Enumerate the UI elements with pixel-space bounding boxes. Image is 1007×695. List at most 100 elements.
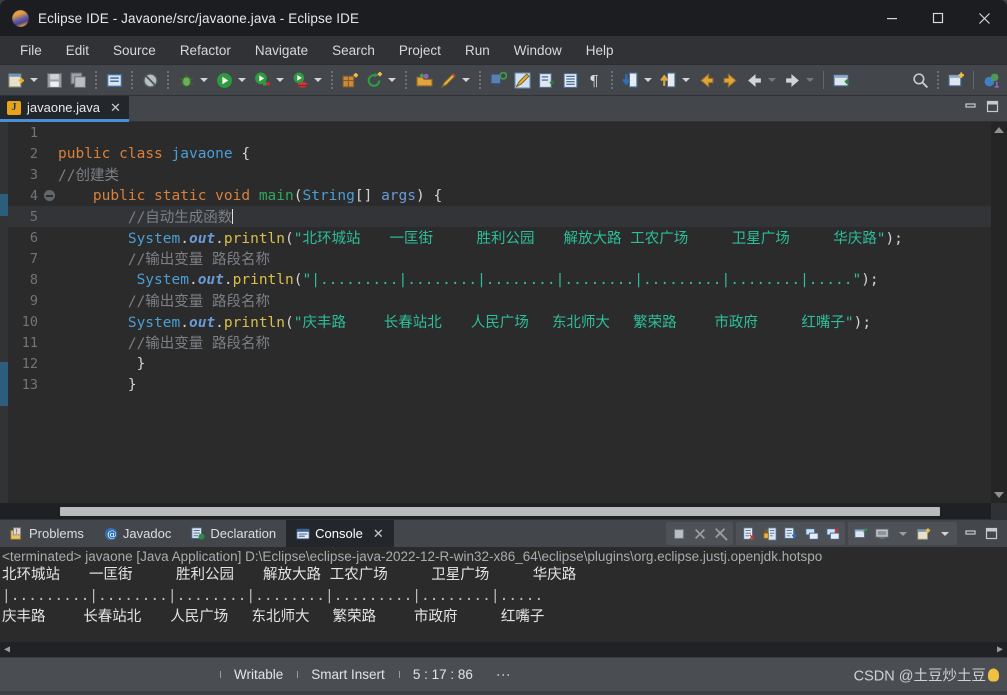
scroll-up-icon[interactable] [991, 122, 1007, 138]
scroll-down-icon[interactable] [991, 487, 1007, 503]
code-line[interactable]: 12 } [8, 353, 1007, 374]
coverage-icon[interactable] [289, 69, 311, 91]
skip-breakpoints-icon[interactable] [511, 69, 533, 91]
code-line[interactable]: 6 System.out.println("北环城站 一匡街 胜利公园 解放大路… [8, 227, 1007, 248]
debug-dropdown-icon[interactable] [198, 69, 210, 91]
maximize-button[interactable] [915, 0, 961, 36]
open-perspective-icon[interactable] [830, 69, 852, 91]
code-line[interactable]: 8 System.out.println("|.........|.......… [8, 269, 1007, 290]
menu-item-file[interactable]: File [8, 40, 54, 61]
fold-collapse-icon[interactable] [42, 190, 56, 201]
next-edit-dropdown-icon[interactable] [804, 69, 816, 91]
remove-all-terminated-icon[interactable] [710, 523, 731, 544]
editor-horizontal-scrollbar[interactable] [0, 503, 1007, 519]
open-console-icon[interactable] [913, 523, 934, 544]
annotate-icon[interactable] [437, 69, 459, 91]
more-options-icon[interactable]: ⋮ [487, 668, 521, 682]
show-console-on-error-icon[interactable] [822, 523, 843, 544]
forward-icon[interactable] [719, 69, 741, 91]
java-perspective-icon[interactable] [980, 69, 1002, 91]
scroll-thumb[interactable] [60, 506, 940, 516]
display-selected-console-icon[interactable] [871, 523, 892, 544]
menu-item-search[interactable]: Search [320, 40, 387, 61]
minimize-view-icon[interactable] [960, 523, 981, 544]
search-icon[interactable] [909, 69, 931, 91]
new-file-icon[interactable] [5, 69, 27, 91]
code-line[interactable]: 10 System.out.println("庆丰路 长春站北 人民广场 东北师… [8, 311, 1007, 332]
save-all-icon[interactable] [67, 69, 89, 91]
scroll-lock-icon[interactable] [780, 523, 801, 544]
code-line[interactable]: 11 //输出变量 路段名称 [8, 332, 1007, 353]
run-config-dropdown-icon[interactable] [274, 69, 286, 91]
display-console-dropdown-icon[interactable] [892, 523, 913, 544]
pin-console-icon[interactable] [850, 523, 871, 544]
previous-annotation-dropdown-icon[interactable] [680, 69, 692, 91]
new-window-icon[interactable] [945, 69, 967, 91]
debug-icon[interactable] [175, 69, 197, 91]
scroll-track[interactable] [991, 138, 1007, 487]
code-line[interactable]: 7 //输出变量 路段名称 [8, 248, 1007, 269]
editor-vertical-scrollbar[interactable] [991, 122, 1007, 503]
link-editor-icon[interactable] [559, 69, 581, 91]
close-button[interactable] [961, 0, 1007, 36]
lock-scroll-icon[interactable] [759, 523, 780, 544]
maximize-view-icon[interactable] [981, 523, 1002, 544]
next-annotation-icon[interactable] [619, 69, 641, 91]
scroll-left-icon[interactable]: ◀ [0, 644, 14, 655]
editor-tab-javaone[interactable]: J javaone.java ✕ [0, 96, 129, 122]
new-file-dropdown-icon[interactable] [28, 69, 40, 91]
code-line[interactable]: 2 public class javaone { [8, 143, 1007, 164]
tab-javadoc[interactable]: @ Javadoc [94, 520, 181, 547]
code-line[interactable]: 4 public static void main(String[] args)… [8, 185, 1007, 206]
menu-item-source[interactable]: Source [101, 40, 168, 61]
code-line[interactable]: 1 [8, 122, 1007, 143]
pilcrow-icon[interactable]: ¶ [583, 69, 605, 91]
run-icon[interactable] [213, 69, 235, 91]
tab-problems[interactable]: ! Problems [0, 520, 94, 547]
back-icon[interactable] [695, 69, 717, 91]
menu-item-window[interactable]: Window [502, 40, 574, 61]
console-horizontal-scrollbar[interactable]: ◀ ▶ [0, 642, 1007, 657]
new-java-package-icon[interactable] [339, 69, 361, 91]
refresh-dropdown-icon[interactable] [386, 69, 398, 91]
code-line[interactable]: 5 //自动生成函数 [8, 206, 1007, 227]
show-console-on-output-icon[interactable] [801, 523, 822, 544]
run-dropdown-icon[interactable] [236, 69, 248, 91]
maximize-view-icon[interactable] [986, 100, 999, 118]
clear-console-icon[interactable] [738, 523, 759, 544]
menu-item-edit[interactable]: Edit [54, 40, 101, 61]
external-tools-icon[interactable] [487, 69, 509, 91]
scroll-right-icon[interactable]: ▶ [993, 644, 1007, 655]
run-configurations-icon[interactable] [251, 69, 273, 91]
refresh-icon[interactable] [363, 69, 385, 91]
print-icon[interactable] [103, 69, 125, 91]
menu-item-refactor[interactable]: Refactor [168, 40, 243, 61]
code-line[interactable]: 13 } [8, 374, 1007, 395]
open-console-dropdown-icon[interactable] [934, 523, 955, 544]
menu-item-project[interactable]: Project [387, 40, 453, 61]
code-editor[interactable]: 1 2 public class javaone {3//创建类 4 public s… [0, 122, 1007, 519]
menu-item-help[interactable]: Help [574, 40, 626, 61]
next-edit-icon[interactable] [781, 69, 803, 91]
close-icon[interactable]: ✕ [373, 526, 384, 542]
no-quick-access-icon[interactable] [139, 69, 161, 91]
console-output[interactable]: <terminated> javaone [Java Application] … [0, 547, 1007, 657]
tab-declaration[interactable]: Declaration [181, 520, 286, 547]
close-icon[interactable]: ✕ [110, 100, 121, 116]
code-line[interactable]: 3 //创建类 [8, 164, 1007, 185]
menu-item-navigate[interactable]: Navigate [243, 40, 320, 61]
terminate-icon[interactable] [668, 523, 689, 544]
code-lines[interactable]: 1 2 public class javaone {3//创建类 4 public s… [8, 122, 1007, 519]
remove-launch-icon[interactable] [689, 523, 710, 544]
code-line[interactable]: 9 //输出变量 路段名称 [8, 290, 1007, 311]
annotate-dropdown-icon[interactable] [460, 69, 472, 91]
save-icon[interactable] [43, 69, 65, 91]
open-type-icon[interactable] [413, 69, 435, 91]
previous-annotation-icon[interactable] [657, 69, 679, 91]
previous-edit-icon[interactable] [743, 69, 765, 91]
previous-edit-dropdown-icon[interactable] [766, 69, 778, 91]
toggle-mark-occurrences-icon[interactable] [535, 69, 557, 91]
minimize-button[interactable] [869, 0, 915, 36]
next-annotation-dropdown-icon[interactable] [642, 69, 654, 91]
coverage-dropdown-icon[interactable] [312, 69, 324, 91]
